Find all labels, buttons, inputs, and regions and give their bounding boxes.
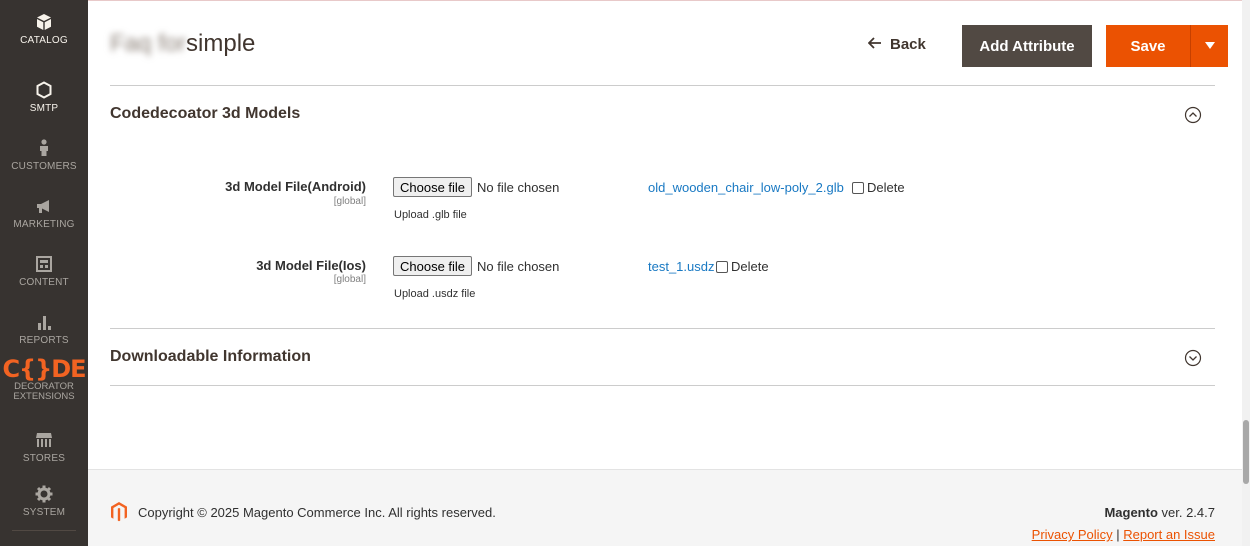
- field-note-android: Upload .glb file: [394, 209, 467, 221]
- field-label-android-model: 3d Model File(Android): [225, 179, 366, 194]
- field-scope: [global]: [333, 196, 366, 207]
- save-button[interactable]: Save: [1106, 25, 1190, 67]
- section-divider: [110, 328, 1215, 329]
- file-status-android: No file chosen: [477, 180, 560, 195]
- section-title-3d-models[interactable]: Codedecoator 3d Models: [110, 105, 300, 123]
- arrow-left-icon: [867, 36, 882, 53]
- field-scope: [global]: [333, 274, 366, 285]
- page-title: Faq forsimple: [110, 30, 255, 58]
- person-icon: [34, 138, 54, 158]
- back-button-label: Back: [890, 36, 926, 53]
- delete-option-android: Delete: [852, 180, 905, 195]
- current-file-link-ios[interactable]: test_1.usdz: [648, 259, 715, 274]
- logo-subtitle-line2: EXTENSIONS: [13, 391, 75, 402]
- header-divider: [110, 85, 1215, 86]
- sidebar-item-smtp[interactable]: SMTP: [0, 68, 88, 126]
- caret-down-icon: [1204, 37, 1215, 55]
- bar-chart-icon: [34, 312, 54, 332]
- current-file-link-android[interactable]: old_wooden_chair_low-poly_2.glb: [648, 180, 844, 195]
- page-scrollbar[interactable]: [1242, 0, 1250, 546]
- privacy-policy-link[interactable]: Privacy Policy: [1032, 527, 1113, 542]
- delete-label: Delete: [867, 180, 905, 195]
- sidebar-item-label: CUSTOMERS: [11, 161, 77, 172]
- sidebar-item-content[interactable]: CONTENT: [0, 242, 88, 300]
- sidebar-item-system[interactable]: SYSTEM: [0, 472, 88, 530]
- layout-icon: [34, 254, 54, 274]
- section-title-downloadable-information[interactable]: Downloadable Information: [110, 348, 311, 366]
- add-attribute-button[interactable]: Add Attribute: [962, 25, 1092, 67]
- copyright-text: Copyright © 2025 Magento Commerce Inc. A…: [138, 505, 496, 520]
- choose-file-button-ios[interactable]: Choose file: [393, 256, 473, 276]
- choose-file-button-android[interactable]: Choose file: [393, 177, 473, 197]
- cube-icon: [34, 12, 54, 32]
- file-status-ios: No file chosen: [477, 259, 560, 274]
- magento-brand: Magento: [1104, 505, 1158, 520]
- delete-option-ios: Delete: [716, 259, 769, 274]
- gear-icon: [34, 484, 54, 504]
- code-decorator-logo-mark: C{}DE: [2, 355, 86, 383]
- footer-legal-links: Privacy Policy | Report an Issue: [1032, 527, 1215, 542]
- field-label-ios-model: 3d Model File(Ios): [256, 258, 366, 273]
- hexagon-icon: [34, 80, 54, 100]
- delete-label: Delete: [731, 259, 769, 274]
- back-button[interactable]: Back: [867, 36, 926, 53]
- sidebar-item-catalog[interactable]: CATALOG: [0, 0, 88, 58]
- sidebar-divider: [12, 530, 76, 531]
- sidebar-item-label: CATALOG: [20, 35, 68, 46]
- sidebar-item-label: SMTP: [29, 103, 59, 114]
- link-separator: |: [1116, 527, 1120, 542]
- version-number: ver. 2.4.7: [1161, 505, 1215, 520]
- admin-sidebar: CATALOG SMTP CUSTOMERS MARKETING CONTENT…: [0, 0, 88, 546]
- page-title-obscured: Faq for: [110, 30, 187, 57]
- top-border-line: [88, 0, 1250, 1]
- field-note-ios: Upload .usdz file: [394, 288, 476, 300]
- sidebar-item-label: SYSTEM: [22, 507, 66, 518]
- magento-version: Magento ver. 2.4.7: [1104, 505, 1215, 520]
- sidebar-item-customers[interactable]: CUSTOMERS: [0, 126, 88, 184]
- sidebar-item-label: STORES: [22, 453, 66, 464]
- sidebar-item-reports[interactable]: REPORTS: [0, 300, 88, 358]
- sidebar-item-stores[interactable]: STORES: [0, 418, 88, 476]
- page-title-text: simple: [186, 30, 256, 57]
- delete-checkbox-android[interactable]: [852, 181, 864, 194]
- report-issue-link[interactable]: Report an Issue: [1123, 527, 1215, 542]
- sidebar-item-label: CONTENT: [19, 277, 69, 288]
- sidebar-item-label: REPORTS: [19, 335, 69, 346]
- store-icon: [34, 430, 54, 450]
- chevron-up-circle-icon[interactable]: [1184, 106, 1202, 124]
- section-divider: [110, 385, 1215, 386]
- scrollbar-thumb[interactable]: [1243, 420, 1249, 484]
- magento-logo-icon: [111, 502, 127, 522]
- sidebar-item-marketing[interactable]: MARKETING: [0, 184, 88, 242]
- sidebar-item-label: MARKETING: [13, 219, 75, 230]
- chevron-down-circle-icon[interactable]: [1184, 349, 1202, 367]
- megaphone-icon: [34, 196, 54, 216]
- save-options-toggle[interactable]: [1190, 25, 1228, 67]
- code-decorator-extensions-logo[interactable]: C{}DE DECORATOR EXTENSIONS: [0, 356, 88, 416]
- delete-checkbox-ios[interactable]: [716, 260, 728, 273]
